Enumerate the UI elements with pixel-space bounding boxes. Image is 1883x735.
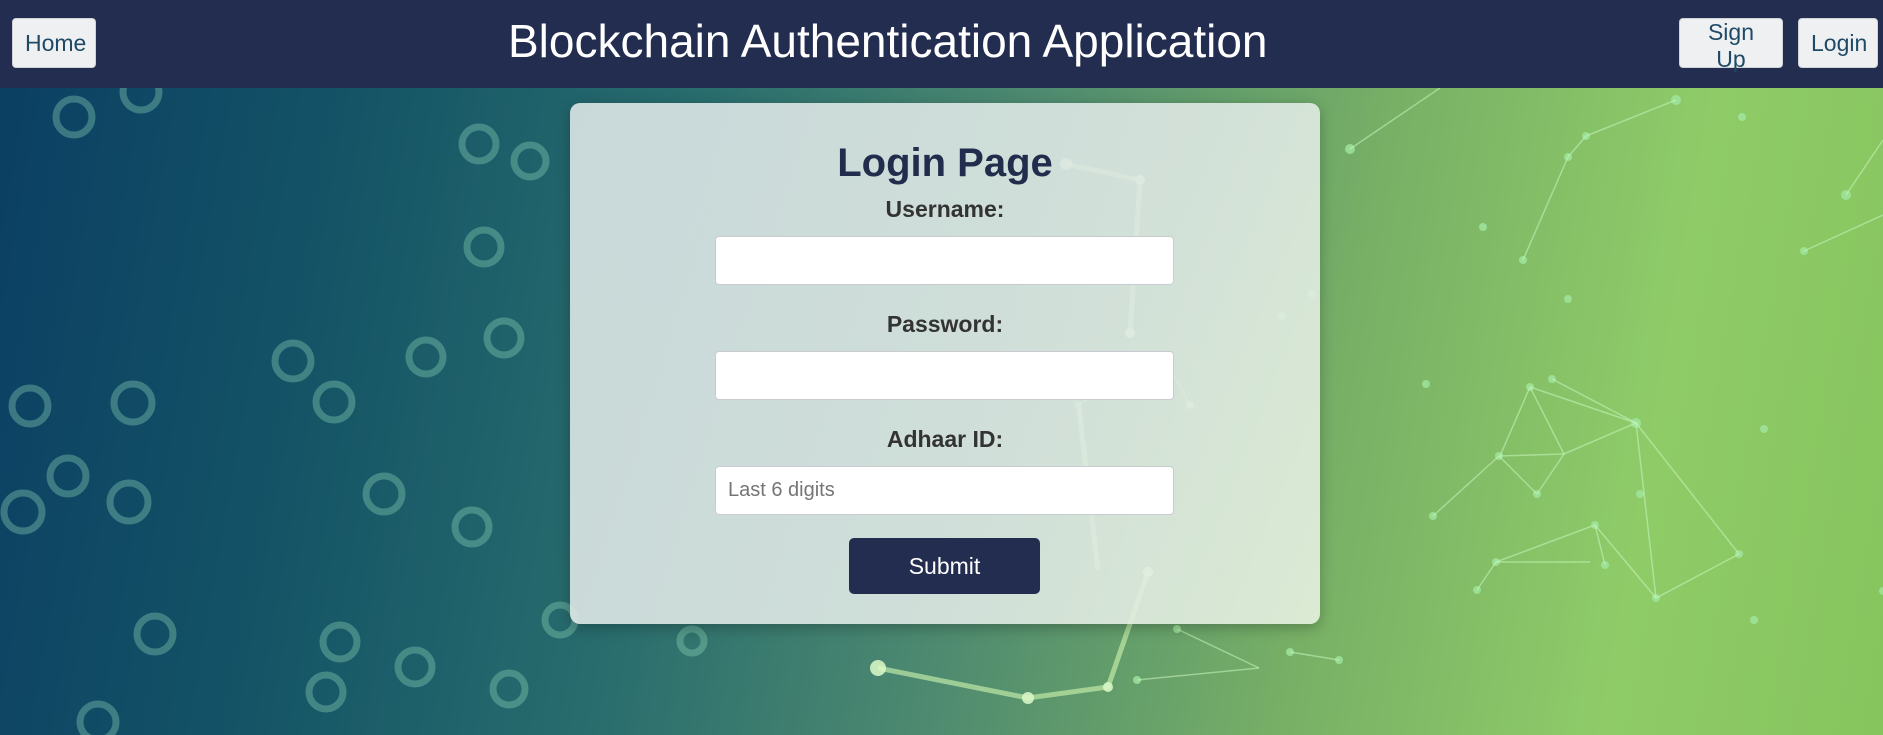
submit-button[interactable]: Submit [849, 538, 1040, 594]
login-page-title: Login Page [837, 141, 1053, 185]
login-card: Login Page Username: Password: Adhaar ID… [570, 103, 1320, 624]
sign-up-button[interactable]: Sign Up [1679, 18, 1783, 72]
top-navbar: Home Blockchain Authentication Applicati… [0, 0, 1883, 88]
password-label: Password: [886, 311, 1004, 337]
login-nav-button[interactable]: Login [1798, 18, 1878, 68]
password-input[interactable] [715, 351, 1174, 400]
username-input[interactable] [715, 236, 1174, 285]
home-button[interactable]: Home [12, 18, 96, 68]
app-title: Blockchain Authentication Application [508, 15, 1268, 67]
username-label: Username: [885, 196, 1005, 222]
adhaar-id-label: Adhaar ID: [886, 426, 1004, 452]
adhaar-id-input[interactable] [715, 466, 1174, 515]
